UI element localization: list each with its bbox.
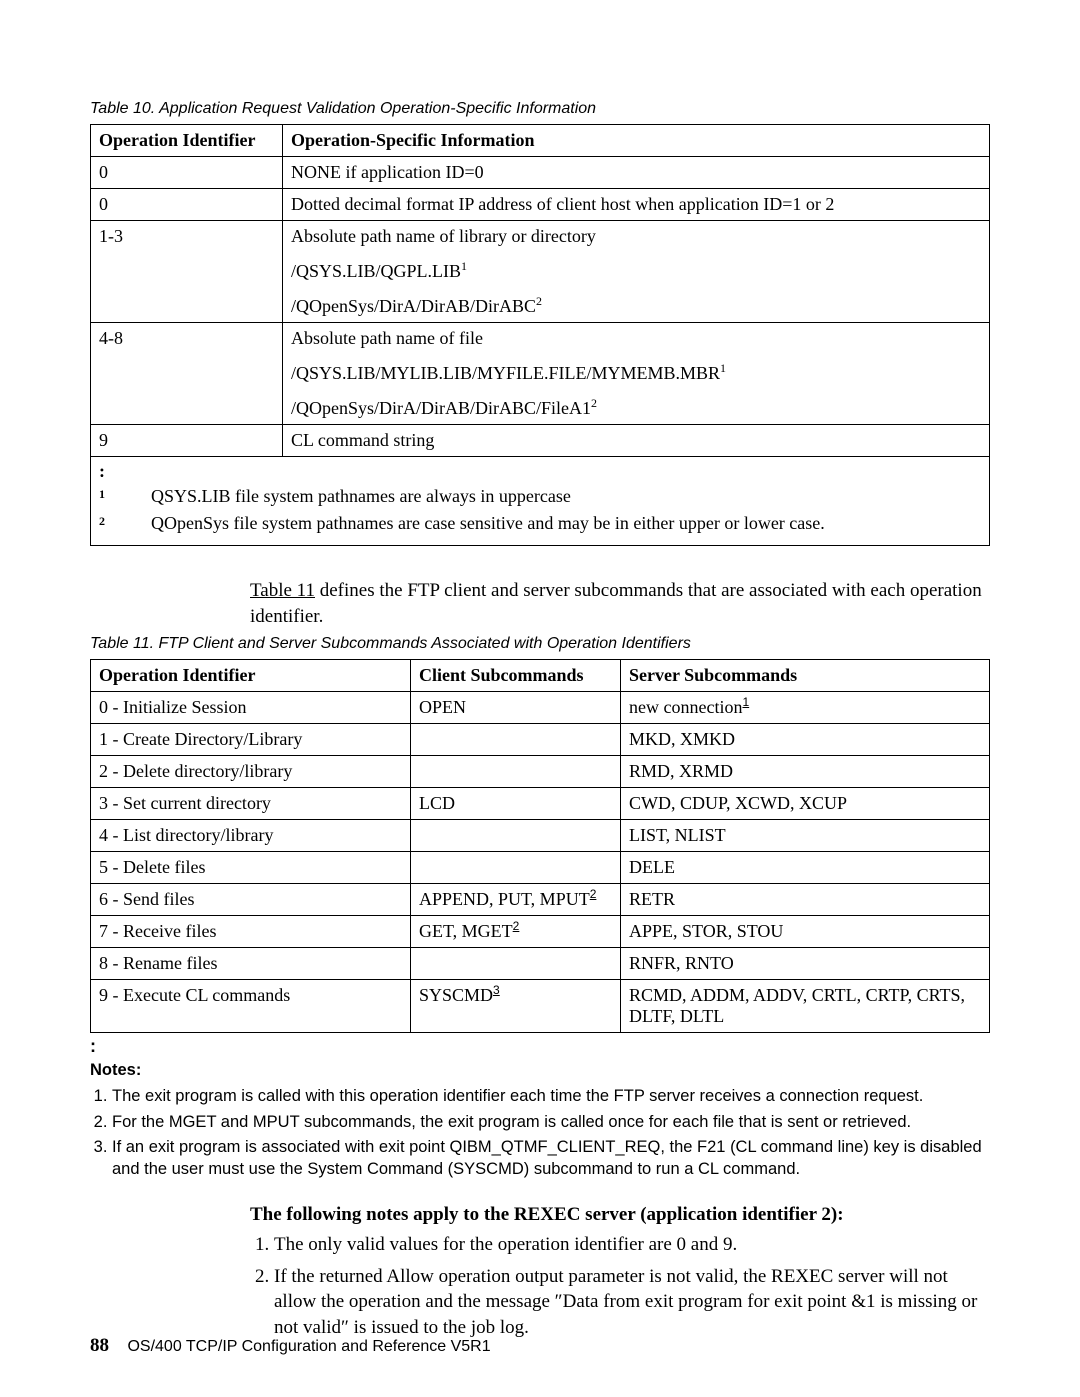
table10-notes: : 1 QSYS.LIB file system pathnames are a…	[91, 457, 990, 546]
list-item: If an exit program is associated with ex…	[112, 1137, 990, 1180]
page-footer: 88 OS/400 TCP/IP Configuration and Refer…	[90, 1335, 491, 1357]
table11-notes: : Notes: The exit program is called with…	[90, 1037, 990, 1180]
table11-h1: Operation Identifier	[91, 660, 411, 692]
table10-h2: Operation-Specific Information	[283, 125, 990, 157]
list-item: If the returned Allow operation output p…	[274, 1264, 990, 1341]
table-row: 9 CL command string	[91, 425, 990, 457]
link-table11[interactable]: Table 11	[250, 580, 315, 601]
footer-title: OS/400 TCP/IP Configuration and Referenc…	[127, 1338, 490, 1355]
list-item: For the MGET and MPUT subcommands, the e…	[112, 1112, 990, 1133]
rexec-heading: The following notes apply to the REXEC s…	[250, 1204, 990, 1226]
table-row: 2 - Delete directory/libraryRMD, XRMD	[91, 756, 990, 788]
table-row: 1 - Create Directory/LibraryMKD, XMKD	[91, 724, 990, 756]
table-row: 6 - Send filesAPPEND, PUT, MPUT2RETR	[91, 884, 990, 916]
para-table11-intro: Table 11 defines the FTP client and serv…	[250, 578, 990, 629]
table-row: 8 - Rename filesRNFR, RNTO	[91, 948, 990, 980]
table11-caption: Table 11. FTP Client and Server Subcomma…	[90, 635, 990, 653]
table-row: 3 - Set current directoryLCDCWD, CDUP, X…	[91, 788, 990, 820]
table10-caption: Table 10. Application Request Validation…	[90, 100, 990, 118]
list-item: The only valid values for the operation …	[274, 1232, 990, 1258]
page-number: 88	[90, 1335, 109, 1356]
table-row: 7 - Receive filesGET, MGET2APPE, STOR, S…	[91, 916, 990, 948]
table-row: 0 - Initialize SessionOPENnew connection…	[91, 692, 990, 724]
table11: Operation Identifier Client Subcommands …	[90, 659, 990, 1033]
table-row: 4-8 Absolute path name of file /QSYS.LIB…	[91, 323, 990, 425]
table10: Operation Identifier Operation-Specific …	[90, 124, 990, 546]
table-row: 0 NONE if application ID=0	[91, 157, 990, 189]
table-row: 5 - Delete filesDELE	[91, 852, 990, 884]
table11-h2: Client Subcommands	[411, 660, 621, 692]
table-row: 9 - Execute CL commandsSYSCMD3RCMD, ADDM…	[91, 980, 990, 1033]
table-row: 4 - List directory/libraryLIST, NLIST	[91, 820, 990, 852]
table10-h1: Operation Identifier	[91, 125, 283, 157]
list-item: The exit program is called with this ope…	[112, 1086, 990, 1107]
table11-h3: Server Subcommands	[621, 660, 990, 692]
table-row: 1-3 Absolute path name of library or dir…	[91, 221, 990, 323]
table-row: 0 Dotted decimal format IP address of cl…	[91, 189, 990, 221]
